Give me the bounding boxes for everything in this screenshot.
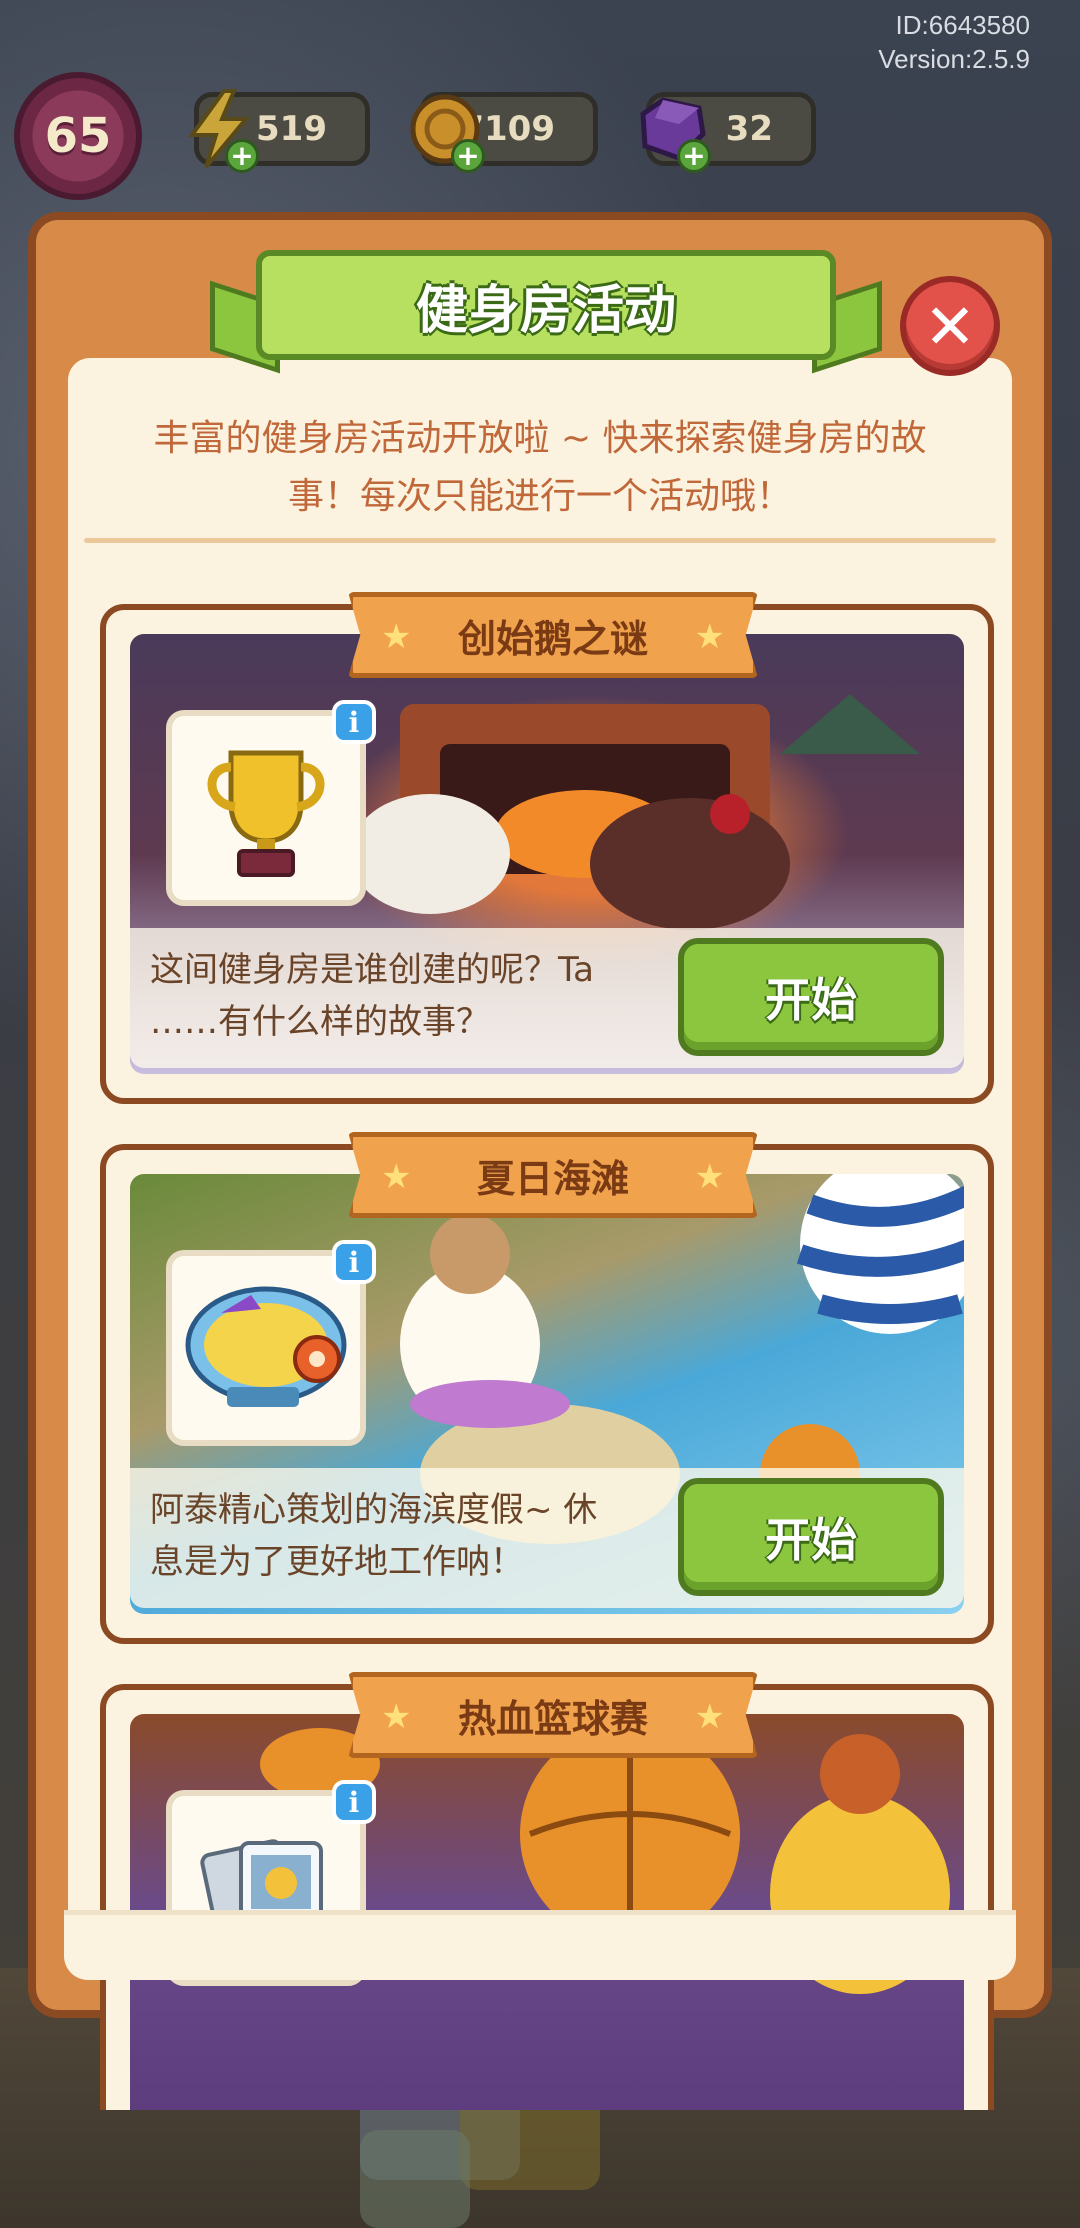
player-id: ID:6643580	[895, 10, 1030, 40]
fatgoose-gym-logo	[185, 1286, 347, 1407]
level-value: 65	[44, 108, 112, 164]
dialog-title: 健身房活动	[415, 280, 676, 341]
event-title-ribbon: ★ 创始鹅之谜 ★	[348, 592, 758, 678]
intro-line-2: 事！每次只能进行一个活动哦！	[287, 476, 792, 517]
event-description: 阿泰精心策划的海滨度假~ 休 息是为了更好地工作呐！	[150, 1484, 680, 1588]
version-info: ID:6643580 Version:2.5.9	[878, 8, 1030, 76]
event-description: 这间健身房是谁创建的呢？Ta ……有什么样的故事？	[150, 944, 680, 1048]
event-name: 热血篮球赛	[457, 1696, 648, 1741]
gem-counter[interactable]: + 32	[640, 92, 816, 173]
event-card: ★ 热血篮球赛 ★ i	[100, 1672, 994, 2110]
gem-value: 32	[725, 109, 773, 149]
close-button[interactable]: ✕	[900, 276, 1000, 376]
event-name: 创始鹅之谜	[457, 616, 648, 661]
status-bar: 65 + 519 + 7109 + 32	[14, 70, 1074, 200]
trophy-icon	[207, 750, 325, 877]
star-icon: ★	[694, 1697, 725, 1737]
dialog-footer	[64, 1910, 1016, 1980]
start-button-label: 开始	[765, 973, 857, 1027]
dialog-title-ribbon: 健身房活动	[210, 250, 882, 374]
add-coins-icon[interactable]: +	[451, 139, 485, 173]
background-prop	[360, 2130, 470, 2228]
start-button[interactable]: 开始	[678, 938, 944, 1056]
info-icon[interactable]: i	[332, 1240, 376, 1284]
event-footer: 这间健身房是谁创建的呢？Ta ……有什么样的故事？ 开始	[130, 928, 964, 1068]
event-card: ★ 夏日海滩 ★ i 阿泰精心策划的海滨度假~ 休 息是为了更好地工作呐！ 开始	[100, 1132, 994, 1644]
info-icon[interactable]: i	[332, 700, 376, 744]
ribbon-banner: 健身房活动	[256, 250, 836, 360]
description-line-2: ……有什么样的故事？	[150, 1002, 490, 1042]
close-icon: ✕	[924, 289, 976, 363]
start-button[interactable]: 开始	[678, 1478, 944, 1596]
add-energy-icon[interactable]: +	[225, 139, 259, 173]
star-icon: ★	[381, 617, 412, 657]
coin-counter[interactable]: + 7109	[410, 92, 598, 173]
event-reward-preview[interactable]: i	[166, 1240, 376, 1446]
start-button-label: 开始	[765, 1513, 857, 1567]
description-line-2: 息是为了更好地工作呐！	[150, 1542, 524, 1582]
info-icon[interactable]: i	[332, 1780, 376, 1824]
event-footer: 阿泰精心策划的海滨度假~ 休 息是为了更好地工作呐！ 开始	[130, 1468, 964, 1608]
event-title-ribbon: ★ 夏日海滩 ★	[348, 1132, 758, 1218]
description-line-1: 阿泰精心策划的海滨度假~ 休	[150, 1490, 598, 1530]
intro-line-1: 丰富的健身房活动开放啦 ~ 快来探索健身房的故	[153, 418, 927, 459]
star-icon: ★	[381, 1157, 412, 1197]
level-badge[interactable]: 65	[14, 72, 142, 200]
intro-divider	[84, 538, 996, 543]
add-gems-icon[interactable]: +	[677, 139, 711, 173]
event-name: 夏日海滩	[476, 1156, 629, 1201]
star-icon: ★	[381, 1697, 412, 1737]
energy-counter[interactable]: + 519	[188, 89, 370, 173]
dialog-intro: 丰富的健身房活动开放啦 ~ 快来探索健身房的故 事！每次只能进行一个活动哦！	[96, 410, 984, 526]
event-list[interactable]: ★ 创始鹅之谜 ★ i 这间健身房是谁创建的呢？Ta ……有什么样的故事？ 开始…	[100, 580, 994, 2110]
star-icon: ★	[694, 617, 725, 657]
description-line-1: 这间健身房是谁创建的呢？Ta	[150, 950, 594, 990]
gym-events-dialog: 健身房活动 ✕ 丰富的健身房活动开放啦 ~ 快来探索健身房的故 事！每次只能进行…	[28, 212, 1052, 2110]
event-reward-preview[interactable]: i	[166, 700, 376, 906]
star-icon: ★	[694, 1157, 725, 1197]
event-card: ★ 创始鹅之谜 ★ i 这间健身房是谁创建的呢？Ta ……有什么样的故事？ 开始	[100, 592, 994, 1104]
energy-value: 519	[256, 109, 327, 149]
event-title-ribbon: ★ 热血篮球赛 ★	[348, 1672, 758, 1758]
